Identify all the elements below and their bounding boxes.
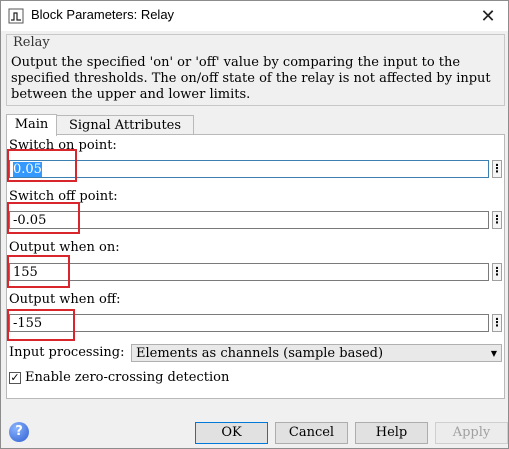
switch-on-options-button[interactable]: ⋮: [492, 160, 503, 178]
window-title: Block Parameters: Relay: [31, 7, 175, 22]
input-processing-label: Input processing:: [9, 345, 125, 360]
switch-off-value: -0.05: [13, 213, 47, 228]
output-off-options-button[interactable]: ⋮: [492, 314, 503, 332]
apply-button[interactable]: Apply: [435, 422, 508, 444]
close-icon[interactable]: ✕: [468, 1, 508, 31]
output-on-value: 155: [13, 265, 38, 280]
output-off-label: Output when off:: [9, 292, 121, 307]
switch-on-label: Switch on point:: [9, 138, 117, 153]
input-processing-value: Elements as channels (sample based): [136, 346, 384, 361]
output-on-options-button[interactable]: ⋮: [492, 263, 503, 281]
button-bar: ? OK Cancel Help Apply: [1, 399, 508, 448]
help-button[interactable]: Help: [355, 422, 428, 444]
dialog-window: Block Parameters: Relay ✕ Relay Output t…: [0, 0, 509, 449]
block-description: Output the specified 'on' or 'off' value…: [11, 55, 491, 102]
ok-button[interactable]: OK: [195, 422, 268, 444]
tab-signal-attributes[interactable]: Signal Attributes: [56, 115, 194, 135]
help-icon[interactable]: ?: [9, 422, 29, 442]
switch-on-value: 0.05: [13, 162, 42, 177]
group-title: Relay: [13, 35, 50, 50]
switch-off-field[interactable]: -0.05: [9, 211, 489, 229]
zero-crossing-checkbox[interactable]: ✓: [9, 372, 21, 384]
switch-on-field[interactable]: 0.05: [9, 160, 489, 178]
switch-off-options-button[interactable]: ⋮: [492, 211, 503, 229]
title-bar: Block Parameters: Relay ✕: [1, 1, 508, 31]
input-processing-dropdown[interactable]: Elements as channels (sample based) ▼: [131, 344, 502, 362]
output-off-value: -155: [13, 316, 43, 331]
switch-off-label: Switch off point:: [9, 189, 118, 204]
output-off-field[interactable]: -155: [9, 314, 489, 332]
main-tab-panel: Switch on point: 0.05 ⋮ Switch off point…: [6, 134, 505, 399]
cancel-button[interactable]: Cancel: [275, 422, 348, 444]
chevron-down-icon: ▼: [490, 349, 497, 358]
block-parameters-icon: [8, 8, 24, 24]
output-on-label: Output when on:: [9, 240, 120, 255]
description-group: Relay Output the specified 'on' or 'off'…: [6, 34, 505, 106]
tab-main[interactable]: Main: [6, 114, 57, 136]
output-on-field[interactable]: 155: [9, 263, 489, 281]
zero-crossing-label: Enable zero-crossing detection: [25, 370, 230, 385]
